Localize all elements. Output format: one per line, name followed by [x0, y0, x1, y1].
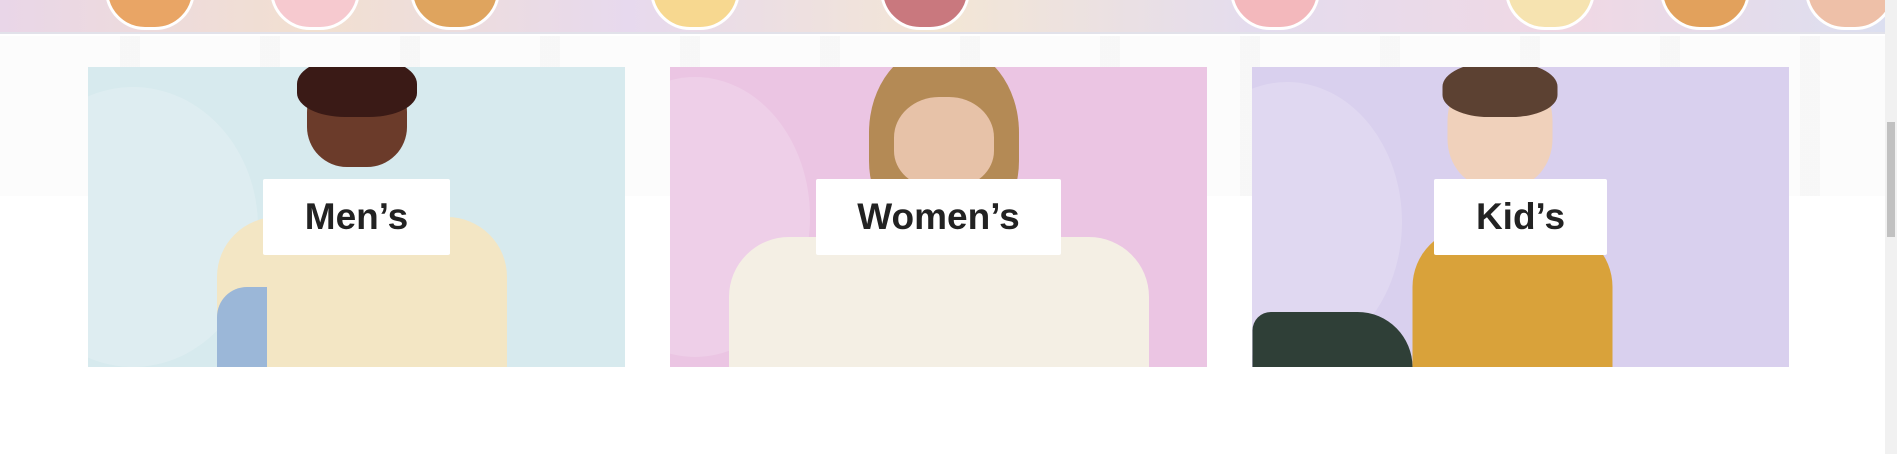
dessert-illustration	[410, 0, 500, 30]
dessert-illustration	[1230, 0, 1320, 30]
category-card-womens[interactable]: Women’s	[670, 67, 1207, 367]
dessert-illustration	[1660, 0, 1750, 30]
category-label-mens: Men’s	[263, 179, 450, 255]
page-scrollbar[interactable]	[1885, 0, 1897, 454]
dessert-illustration	[880, 0, 970, 30]
dessert-illustration	[1805, 0, 1885, 30]
dessert-illustration	[105, 0, 195, 30]
category-card-kids[interactable]: Kid’s	[1252, 67, 1789, 367]
category-label-womens: Women’s	[816, 179, 1061, 255]
dessert-illustration	[1505, 0, 1595, 30]
category-card-mens[interactable]: Men’s	[88, 67, 625, 367]
dessert-banner-image	[0, 0, 1885, 34]
dessert-illustration	[270, 0, 360, 30]
scrollbar-thumb[interactable]	[1887, 122, 1895, 237]
dessert-illustration	[650, 0, 740, 30]
category-label-kids: Kid’s	[1434, 179, 1607, 255]
